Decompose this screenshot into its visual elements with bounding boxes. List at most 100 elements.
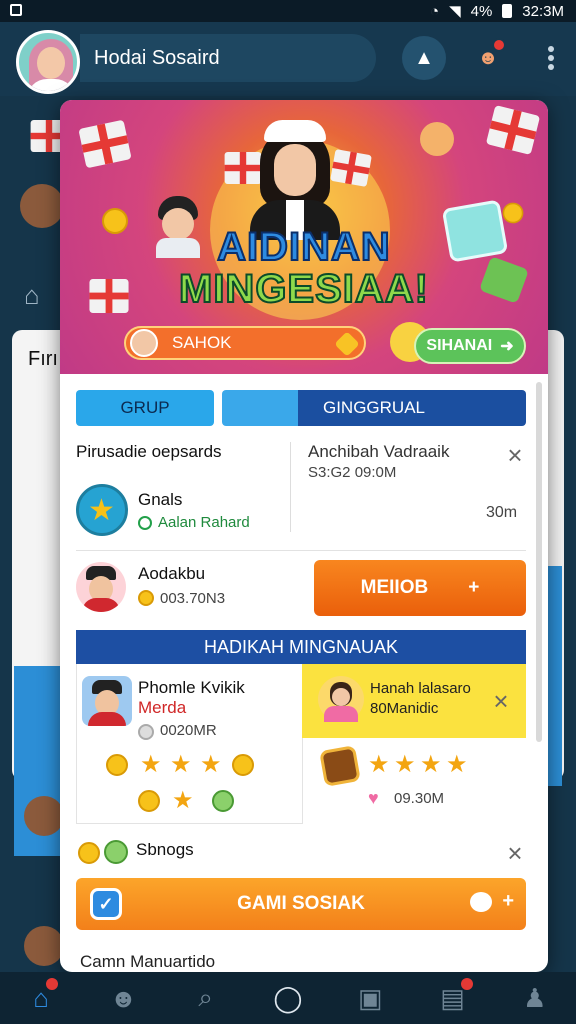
home-icon: ⌂ — [24, 280, 40, 310]
avatar — [82, 676, 132, 726]
banner-action-button[interactable]: SIHANAI ➜ — [414, 328, 526, 364]
plus-icon: + — [468, 577, 480, 598]
star-badge-icon: ★ — [76, 484, 128, 536]
list-item-right-title: Anchibah Vadraaik — [308, 442, 450, 461]
follow-button[interactable]: MEIIOB + — [314, 560, 526, 616]
battery-percent: 4% — [470, 2, 493, 20]
feed-avatar — [24, 926, 64, 966]
list-item-right-time: S3:G2 09:0M — [308, 464, 397, 481]
gift-card-title-2: 80Manidic — [370, 700, 439, 717]
upload-button[interactable]: ▲ — [402, 36, 446, 80]
profile-pill[interactable]: SAHOK — [124, 326, 366, 360]
nav-inbox[interactable]: ▤ — [411, 972, 493, 1024]
chat-icon — [470, 892, 492, 912]
star-icon: ★ — [420, 751, 442, 778]
footer-text: Camn Manuartido — [80, 952, 216, 971]
star-icon: ★ — [200, 751, 222, 778]
coin-icon — [78, 842, 100, 864]
nav-chart[interactable]: ▣ — [329, 972, 411, 1024]
search-icon: ⌕ — [198, 982, 213, 1012]
friends-button[interactable]: ☻ — [466, 36, 510, 80]
gift-card-title: Phomle Kvikik — [138, 678, 245, 697]
gift-card-title-2: Merda — [138, 698, 187, 717]
follow-button-label: MEIIOB — [360, 577, 429, 598]
gift-icon — [485, 105, 541, 155]
wifi-icon: ◥ — [449, 3, 461, 20]
host-illustration — [250, 120, 340, 240]
banner-title: AIDINAN MINGESIAA! — [60, 225, 548, 311]
feed-avatar — [20, 184, 64, 228]
bottom-row-label: Sbnogs — [136, 840, 194, 859]
circle-icon: ◯ — [273, 982, 303, 1013]
notification-badge — [461, 978, 474, 990]
close-icon[interactable]: × — [504, 442, 526, 468]
star-icon: ★ — [140, 751, 162, 778]
banner-title-line1: AIDINAN — [216, 225, 391, 269]
notification-badge — [492, 38, 506, 52]
banner-action-label: SIHANAI — [426, 337, 493, 354]
tab-ginggrual[interactable]: GINGGRUAL — [222, 390, 526, 426]
list-item-title: Aodakbu — [138, 564, 206, 583]
gift-card-title: Hanah lalasaro — [370, 680, 471, 697]
section-header-label: HADIKAH MINGNAUAK — [203, 636, 399, 657]
upload-icon: ▲ — [414, 46, 434, 69]
nav-search[interactable]: ⌕ — [165, 972, 247, 1024]
diamond-icon — [334, 331, 360, 357]
close-icon[interactable]: × — [504, 840, 526, 866]
avatar[interactable] — [16, 30, 80, 94]
heart-icon: ♥ — [368, 788, 379, 808]
gift-icon — [78, 119, 132, 169]
user-icon: ☻ — [109, 982, 138, 1013]
gift-card-sub: 0020MR — [160, 722, 217, 739]
star-icon: ★ — [172, 787, 194, 814]
coin-icon — [502, 202, 524, 224]
username-pill[interactable]: Hodai Sosaird — [80, 34, 376, 82]
promo-banner: AIDINAN MINGESIAA! SAHOK SIHANAI ➜ — [60, 100, 548, 374]
coin-icon — [138, 790, 160, 812]
gift-card-sub: 09.30M — [394, 790, 445, 807]
arrow-icon: ➜ — [500, 338, 514, 355]
chart-icon: ▣ — [357, 982, 383, 1013]
scrollbar[interactable] — [536, 382, 542, 742]
list-item-title: Gnals — [138, 490, 183, 509]
star-icon: ★ — [368, 751, 390, 778]
main-action-label: GAMI SOSIAK — [237, 893, 365, 914]
profile-pill-label: SAHOK — [172, 333, 232, 352]
more-menu-icon[interactable] — [548, 46, 554, 70]
feed-avatar — [24, 796, 64, 836]
notification-badge — [46, 978, 58, 990]
tab-bar: GRUP GINGGRUAL — [76, 390, 526, 426]
clock: 32:3M — [522, 2, 564, 20]
list-item-time: 30m — [486, 504, 518, 521]
close-icon[interactable]: × — [490, 688, 512, 714]
battery-icon — [502, 4, 513, 18]
promo-modal: AIDINAN MINGESIAA! SAHOK SIHANAI ➜ GRUP … — [60, 100, 548, 972]
coin-icon — [138, 724, 154, 740]
username: Hodai Sosaird — [94, 46, 220, 69]
coin-icon — [106, 754, 128, 776]
background-card-title: Fırı — [28, 348, 58, 370]
star-icon: ★ — [446, 751, 468, 778]
star-icon: ★ — [394, 751, 416, 778]
character-icon — [420, 122, 454, 156]
nav-center[interactable]: ◯ — [247, 972, 329, 1024]
app-header: Hodai Sosaird ▲ ☻ — [0, 22, 576, 96]
nav-home[interactable]: ⌂ — [0, 972, 82, 1024]
shield-check-icon: ✓ — [90, 888, 122, 920]
status-bar: ◔ ◥ 4% 32:3M — [0, 0, 576, 22]
nav-user[interactable]: ☻ — [82, 972, 164, 1024]
list-item-sub: 003.70N3 — [160, 590, 226, 607]
profile-icon: ♟ — [523, 982, 547, 1013]
divider — [290, 442, 291, 532]
main-action-button[interactable]: ✓ GAMI SOSIAK + — [76, 878, 526, 930]
treasure-icon — [319, 745, 361, 787]
avatar — [318, 676, 364, 722]
bottom-nav: ⌂ ☻ ⌕ ◯ ▣ ▤ ♟ — [0, 972, 576, 1024]
avatar — [130, 329, 158, 357]
plus-icon: + — [502, 890, 514, 912]
alarm-icon: ◔ — [430, 2, 440, 20]
nav-profile[interactable]: ♟ — [494, 972, 576, 1024]
verified-icon — [138, 516, 152, 530]
tab-grup[interactable]: GRUP — [76, 390, 214, 426]
coin-icon — [232, 754, 254, 776]
